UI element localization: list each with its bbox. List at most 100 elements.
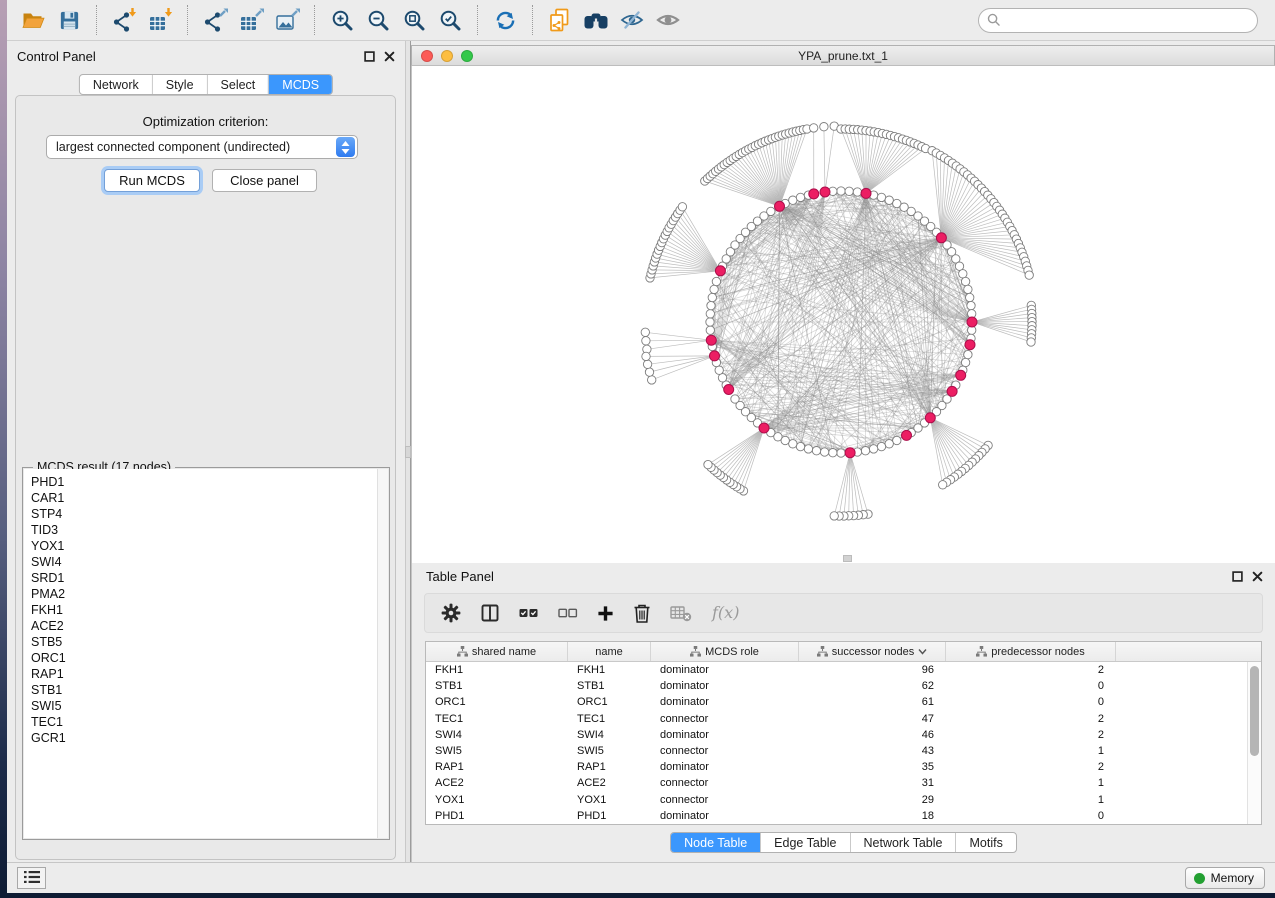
table-row[interactable]: RAP1RAP1dominator352 — [426, 759, 1247, 775]
control-panel: Control Panel NetworkStyleSelectMCDS Opt… — [7, 41, 405, 862]
canvas-resize-handle[interactable] — [843, 555, 852, 562]
zoom-in-icon[interactable] — [324, 4, 360, 36]
table-row[interactable]: PHD1PHD1dominator180 — [426, 808, 1247, 824]
tab-mcds[interactable]: MCDS — [268, 75, 332, 94]
settings-gear-icon[interactable] — [441, 603, 461, 623]
mcds-result-item[interactable]: ORC1 — [31, 650, 377, 666]
mcds-result-item[interactable]: STB5 — [31, 634, 377, 650]
table-scrollbar[interactable] — [1247, 662, 1261, 824]
table-scrollbar-thumb[interactable] — [1250, 666, 1259, 756]
table-cell: YOX1 — [568, 794, 651, 806]
column-header-predecessor-nodes[interactable]: predecessor nodes — [946, 642, 1116, 661]
mcds-result-item[interactable]: YOX1 — [31, 538, 377, 554]
tab-motifs[interactable]: Motifs — [955, 833, 1015, 852]
zoom-out-icon[interactable] — [360, 4, 396, 36]
export-table-icon[interactable] — [233, 4, 269, 36]
mcds-result-item[interactable]: PMA2 — [31, 586, 377, 602]
table-row[interactable]: SWI4SWI4dominator462 — [426, 727, 1247, 743]
tab-network[interactable]: Network — [80, 75, 152, 94]
tab-select[interactable]: Select — [207, 75, 269, 94]
clone-network-icon[interactable] — [542, 4, 578, 36]
table-cell: STB1 — [426, 680, 568, 692]
delete-table-icon[interactable] — [670, 605, 692, 622]
table-row[interactable]: ORC1ORC1dominator610 — [426, 694, 1247, 710]
criterion-dropdown[interactable]: largest connected component (undirected) — [46, 135, 358, 159]
columns-icon[interactable] — [480, 603, 500, 623]
import-network-icon[interactable] — [106, 4, 142, 36]
table-row[interactable]: YOX1YOX1connector291 — [426, 792, 1247, 808]
open-folder-icon[interactable] — [15, 4, 51, 36]
mcds-result-item[interactable]: GCR1 — [31, 730, 377, 746]
tab-style[interactable]: Style — [152, 75, 207, 94]
task-history-button[interactable] — [17, 867, 46, 889]
graph-hub-node — [759, 423, 769, 433]
status-bar: Memory — [7, 862, 1275, 893]
search-field[interactable] — [978, 8, 1258, 33]
hide-panel-icon[interactable] — [614, 4, 650, 36]
zoom-selected-icon[interactable] — [432, 4, 468, 36]
network-graph[interactable] — [412, 66, 1274, 563]
mcds-result-item[interactable]: PHD1 — [31, 474, 377, 490]
table-toolbar: f(x) — [424, 593, 1263, 633]
memory-button[interactable]: Memory — [1185, 867, 1265, 889]
table-row[interactable]: FKH1FKH1dominator962 — [426, 662, 1247, 678]
mcds-result-list[interactable]: PHD1CAR1STP4TID3YOX1SWI4SRD1PMA2FKH1ACE2… — [24, 469, 377, 838]
graph-node — [964, 350, 972, 358]
mcds-result-item[interactable]: FKH1 — [31, 602, 377, 618]
tab-network-table[interactable]: Network Table — [850, 833, 956, 852]
table-row[interactable]: ACE2ACE2connector311 — [426, 775, 1247, 791]
add-icon[interactable] — [597, 605, 614, 622]
toolbar-separator — [477, 5, 478, 35]
graph-hub-node — [820, 187, 830, 197]
select-all-icon[interactable] — [519, 606, 539, 620]
eye-icon[interactable] — [650, 4, 686, 36]
mcds-result-item[interactable]: ACE2 — [31, 618, 377, 634]
zoom-fit-icon[interactable] — [396, 4, 432, 36]
table-cell: 2 — [946, 729, 1116, 741]
run-mcds-button[interactable]: Run MCDS — [104, 169, 200, 192]
mcds-result-item[interactable]: TID3 — [31, 522, 377, 538]
refresh-icon[interactable] — [487, 4, 523, 36]
close-panel-icon[interactable] — [384, 51, 395, 65]
table-cell: dominator — [651, 680, 799, 692]
graph-node — [964, 285, 972, 293]
export-image-icon[interactable] — [269, 4, 305, 36]
graph-hub-node — [965, 340, 975, 350]
function-icon[interactable]: f(x) — [711, 602, 745, 624]
find-icon[interactable] — [578, 4, 614, 36]
graph-node — [837, 449, 845, 457]
network-canvas[interactable] — [411, 66, 1275, 563]
column-label: successor nodes — [832, 646, 915, 658]
column-header-name[interactable]: name — [568, 642, 651, 661]
save-icon[interactable] — [51, 4, 87, 36]
float-panel-icon[interactable] — [364, 51, 375, 65]
mcds-result-item[interactable]: SRD1 — [31, 570, 377, 586]
column-header-successor-nodes[interactable]: successor nodes — [799, 642, 946, 661]
column-header-MCDS-role[interactable]: MCDS role — [651, 642, 799, 661]
tab-edge-table[interactable]: Edge Table — [760, 833, 849, 852]
tab-node-table[interactable]: Node Table — [671, 833, 760, 852]
mcds-result-item[interactable]: SWI5 — [31, 698, 377, 714]
table-row[interactable]: TEC1TEC1connector472 — [426, 711, 1247, 727]
mcds-result-item[interactable]: TEC1 — [31, 714, 377, 730]
mcds-list-scrollbar[interactable] — [377, 469, 388, 838]
search-input[interactable] — [1005, 14, 1257, 28]
float-table-panel-icon[interactable] — [1232, 571, 1243, 585]
close-panel-button[interactable]: Close panel — [212, 169, 317, 192]
import-table-icon[interactable] — [142, 4, 178, 36]
mcds-result-item[interactable]: SWI4 — [31, 554, 377, 570]
graph-node — [829, 449, 837, 457]
close-table-panel-icon[interactable] — [1252, 571, 1263, 585]
mcds-result-item[interactable]: CAR1 — [31, 490, 377, 506]
mcds-result-item[interactable]: RAP1 — [31, 666, 377, 682]
delete-icon[interactable] — [633, 603, 651, 623]
column-header-shared-name[interactable]: shared name — [426, 642, 568, 661]
deselect-all-icon[interactable] — [558, 606, 578, 620]
export-network-icon[interactable] — [197, 4, 233, 36]
network-window-titlebar[interactable]: YPA_prune.txt_1 — [411, 45, 1275, 66]
table-row[interactable]: STB1STB1dominator620 — [426, 678, 1247, 694]
mcds-result-item[interactable]: STB1 — [31, 682, 377, 698]
control-panel-title: Control Panel — [17, 49, 96, 64]
table-row[interactable]: SWI5SWI5connector431 — [426, 743, 1247, 759]
mcds-result-item[interactable]: STP4 — [31, 506, 377, 522]
